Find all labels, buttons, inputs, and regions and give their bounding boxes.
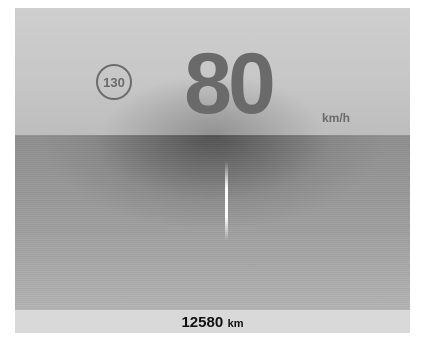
speed-unit: km/h [322,111,351,125]
road-view [15,135,410,310]
odometer-value: 12580 [181,314,224,331]
current-speed: 80 [184,36,276,132]
odometer-bar: 12580 km [15,310,410,333]
hud-display: 130 80 km/h 12580 km [15,8,410,333]
speed-panel: 130 80 km/h [15,8,410,135]
odometer-unit: km [227,318,244,330]
speed-limit-value: 130 [103,74,125,90]
speed-limit-sign: 130 [96,64,132,100]
lane-marker-icon [225,161,228,241]
